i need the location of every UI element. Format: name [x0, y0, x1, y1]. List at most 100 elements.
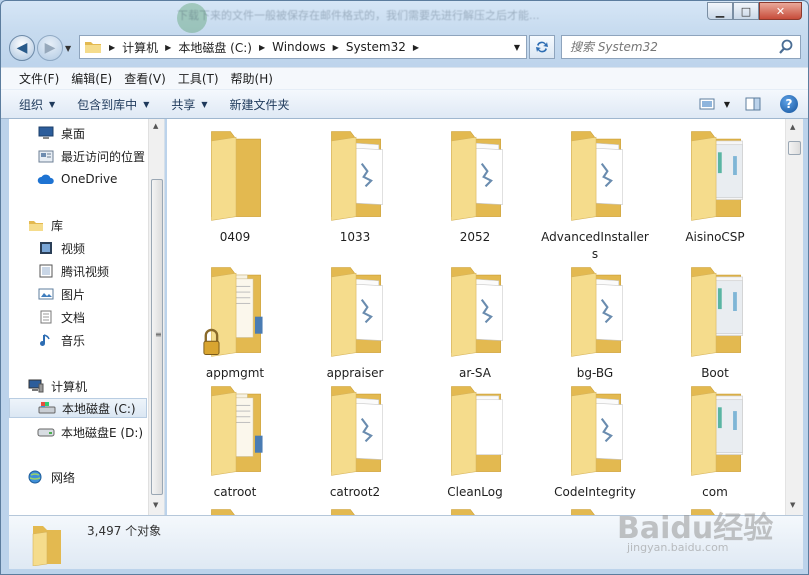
folder-item[interactable]: catroot2: [300, 380, 410, 510]
close-button[interactable]: ✕: [759, 2, 802, 20]
content-scroll-thumb[interactable]: [788, 141, 801, 155]
navpane-scrollbar[interactable]: ▲ ≡ ▼: [148, 119, 164, 515]
nav-pictures[interactable]: 图片: [37, 284, 85, 304]
navpane-scroll-thumb[interactable]: ≡: [151, 179, 163, 495]
folder-item[interactable]: AisinoCSP: [660, 125, 770, 255]
library-icon: [27, 217, 45, 233]
folder-name: 0409: [219, 230, 251, 244]
scroll-up-icon[interactable]: ▲: [153, 122, 158, 130]
organize-button[interactable]: 组织 ▼: [19, 96, 55, 113]
folder-item[interactable]: bg-BG: [540, 261, 650, 391]
navigation-pane: 桌面 最近访问的位置 OneDrive 库 视频 腾讯视频 图片 文档 音乐 计…: [9, 119, 165, 515]
nav-music[interactable]: 音乐: [37, 330, 85, 350]
new-folder-label: 新建文件夹: [229, 97, 290, 112]
crumb-separator[interactable]: ▶: [330, 43, 342, 52]
menu-edit[interactable]: 编辑(E): [65, 70, 118, 87]
folder-item[interactable]: catroot: [180, 380, 290, 510]
nav-pictures-label: 图片: [61, 287, 86, 302]
folder-item[interactable]: CodeIntegrity: [540, 380, 650, 510]
scroll-up-icon[interactable]: ▲: [790, 123, 795, 131]
new-folder-button[interactable]: 新建文件夹: [230, 96, 290, 113]
nav-tencent-video[interactable]: 腾讯视频: [37, 261, 109, 281]
folder-item-partial[interactable]: [420, 503, 530, 515]
folder-item-partial[interactable]: [300, 503, 410, 515]
folder-name: AisinoCSP: [685, 230, 745, 244]
nav-recent[interactable]: 最近访问的位置: [37, 146, 145, 166]
menu-view[interactable]: 查看(V): [118, 70, 172, 87]
help-button[interactable]: ?: [780, 95, 798, 113]
crumb-local-disk[interactable]: 本地磁盘 (C:): [174, 39, 256, 56]
watermark-url: jingyan.baidu.com: [627, 541, 729, 554]
scroll-down-icon[interactable]: ▼: [790, 501, 795, 509]
document-icon: [37, 309, 55, 325]
folder-item[interactable]: 2052: [420, 125, 530, 255]
folder-name: 2052: [459, 230, 491, 244]
chevron-down-icon: ▼: [201, 99, 208, 109]
nav-network[interactable]: 网络: [27, 467, 75, 487]
nav-libraries[interactable]: 库: [27, 215, 63, 235]
crumb-separator[interactable]: ▶: [162, 43, 174, 52]
computer-icon: [27, 378, 45, 394]
command-bar: 组织 ▼ 包含到库中 ▼ 共享 ▼ 新建文件夹 ▼ ?: [1, 89, 808, 119]
nav-computer[interactable]: 计算机: [27, 376, 87, 396]
back-button[interactable]: ◀: [9, 35, 35, 61]
drive-icon: [38, 400, 56, 416]
chevron-down-icon: ▼: [49, 99, 56, 109]
preview-pane-button[interactable]: [740, 94, 766, 114]
folder-item[interactable]: 1033: [300, 125, 410, 255]
folder-name: 1033: [339, 230, 371, 244]
folder-item[interactable]: ar-SA: [420, 261, 530, 391]
folder-icon: [85, 42, 101, 53]
search-input[interactable]: [570, 40, 770, 54]
search-icon[interactable]: [778, 39, 794, 55]
folder-item[interactable]: appraiser: [300, 261, 410, 391]
folder-item[interactable]: 0409: [180, 125, 290, 255]
item-count: 3,497 个对象: [87, 524, 162, 538]
folder-item[interactable]: Boot: [660, 261, 770, 391]
menu-help[interactable]: 帮助(H): [225, 70, 279, 87]
maximize-button[interactable]: □: [733, 2, 759, 20]
nav-documents[interactable]: 文档: [37, 307, 85, 327]
nav-network-label: 网络: [51, 470, 76, 485]
change-view-button[interactable]: [694, 94, 720, 114]
crumb-system32[interactable]: System32: [342, 40, 410, 54]
nav-local-disk-c-label: 本地磁盘 (C:): [62, 401, 136, 416]
nav-desktop[interactable]: 桌面: [37, 123, 85, 143]
scroll-down-icon[interactable]: ▼: [153, 501, 158, 509]
nav-onedrive[interactable]: OneDrive: [37, 169, 117, 189]
crumb-separator[interactable]: ▶: [106, 43, 118, 52]
view-dropdown-icon[interactable]: ▼: [724, 100, 730, 109]
video-icon: [37, 240, 55, 256]
network-icon: [27, 469, 45, 485]
nav-videos[interactable]: 视频: [37, 238, 85, 258]
crumb-computer[interactable]: 计算机: [118, 39, 162, 56]
address-dropdown-icon[interactable]: ▼: [514, 43, 520, 52]
content-scrollbar[interactable]: ▲ ▼: [785, 119, 803, 515]
menu-tools[interactable]: 工具(T): [172, 70, 225, 87]
address-bar[interactable]: ▶ 计算机 ▶ 本地磁盘 (C:) ▶ Windows ▶ System32 ▶…: [79, 35, 527, 59]
nav-local-disk-c[interactable]: 本地磁盘 (C:): [9, 398, 147, 418]
forward-button[interactable]: ▶: [37, 35, 63, 61]
minimize-button[interactable]: ▁: [707, 2, 733, 20]
nav-tencent-video-label: 腾讯视频: [61, 264, 110, 279]
folder-item[interactable]: appmgmt: [180, 261, 290, 391]
share-label: 共享: [171, 97, 196, 112]
folder-item[interactable]: com: [660, 380, 770, 510]
menu-file[interactable]: 文件(F): [13, 70, 65, 87]
view-controls: ▼ ?: [694, 94, 798, 114]
folder-item-partial[interactable]: [180, 503, 290, 515]
nav-onedrive-label: OneDrive: [61, 172, 118, 186]
folder-item[interactable]: AdvancedInstallers: [540, 125, 650, 261]
share-button[interactable]: 共享 ▼: [171, 96, 207, 113]
desktop-icon: [37, 125, 55, 141]
crumb-windows[interactable]: Windows: [268, 40, 330, 54]
nav-local-disk-e[interactable]: 本地磁盘E (D:): [37, 422, 143, 442]
recent-pages-dropdown[interactable]: ▼: [65, 44, 77, 53]
organize-label: 组织: [19, 97, 44, 112]
crumb-separator[interactable]: ▶: [410, 43, 422, 52]
crumb-separator[interactable]: ▶: [256, 43, 268, 52]
include-library-button[interactable]: 包含到库中 ▼: [77, 96, 149, 113]
search-box[interactable]: [561, 35, 801, 59]
refresh-button[interactable]: [529, 35, 555, 59]
folder-item[interactable]: CleanLog: [420, 380, 530, 510]
